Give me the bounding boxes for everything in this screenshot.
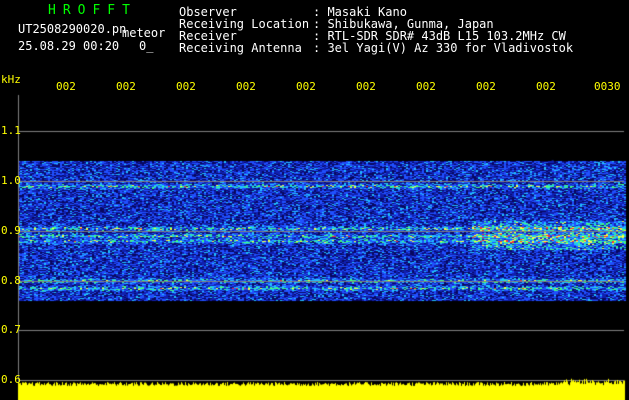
x-tick-label: 002 [476,80,496,93]
y-tick-label: 0.9 [1,224,21,237]
y-tick-label: 1.1 [1,124,21,137]
y-tick-label: 0.6 [1,373,21,386]
app-title: HROFFT [48,3,137,18]
spectrogram-canvas [0,0,629,400]
y-tick-label: 1.0 [1,174,21,187]
x-tick-label: 002 [416,80,436,93]
antenna-label: Receiving Antenna [179,41,302,55]
y-tick-label: 0.7 [1,323,21,336]
x-tick-label: 002 [236,80,256,93]
counter: 0_ [139,39,154,53]
x-tick-label: 002 [116,80,136,93]
x-tick-label: 002 [176,80,196,93]
file-name: UT2508290020.pn [18,22,127,36]
x-tick-label: 002 [536,80,556,93]
mode-label: meteor [122,26,166,40]
y-tick-label: 0.8 [1,274,21,287]
x-tick-label: 002 [296,80,316,93]
x-tick-label: 0030 [594,80,621,93]
antenna-value: : 3el Yagi(V) Az 330 for Vladivostok [313,41,574,55]
datetime: 25.08.29 00:20 [18,39,120,53]
x-tick-label: 002 [356,80,376,93]
x-tick-label: 002 [56,80,76,93]
axis-unit-label: kHz [1,73,21,86]
